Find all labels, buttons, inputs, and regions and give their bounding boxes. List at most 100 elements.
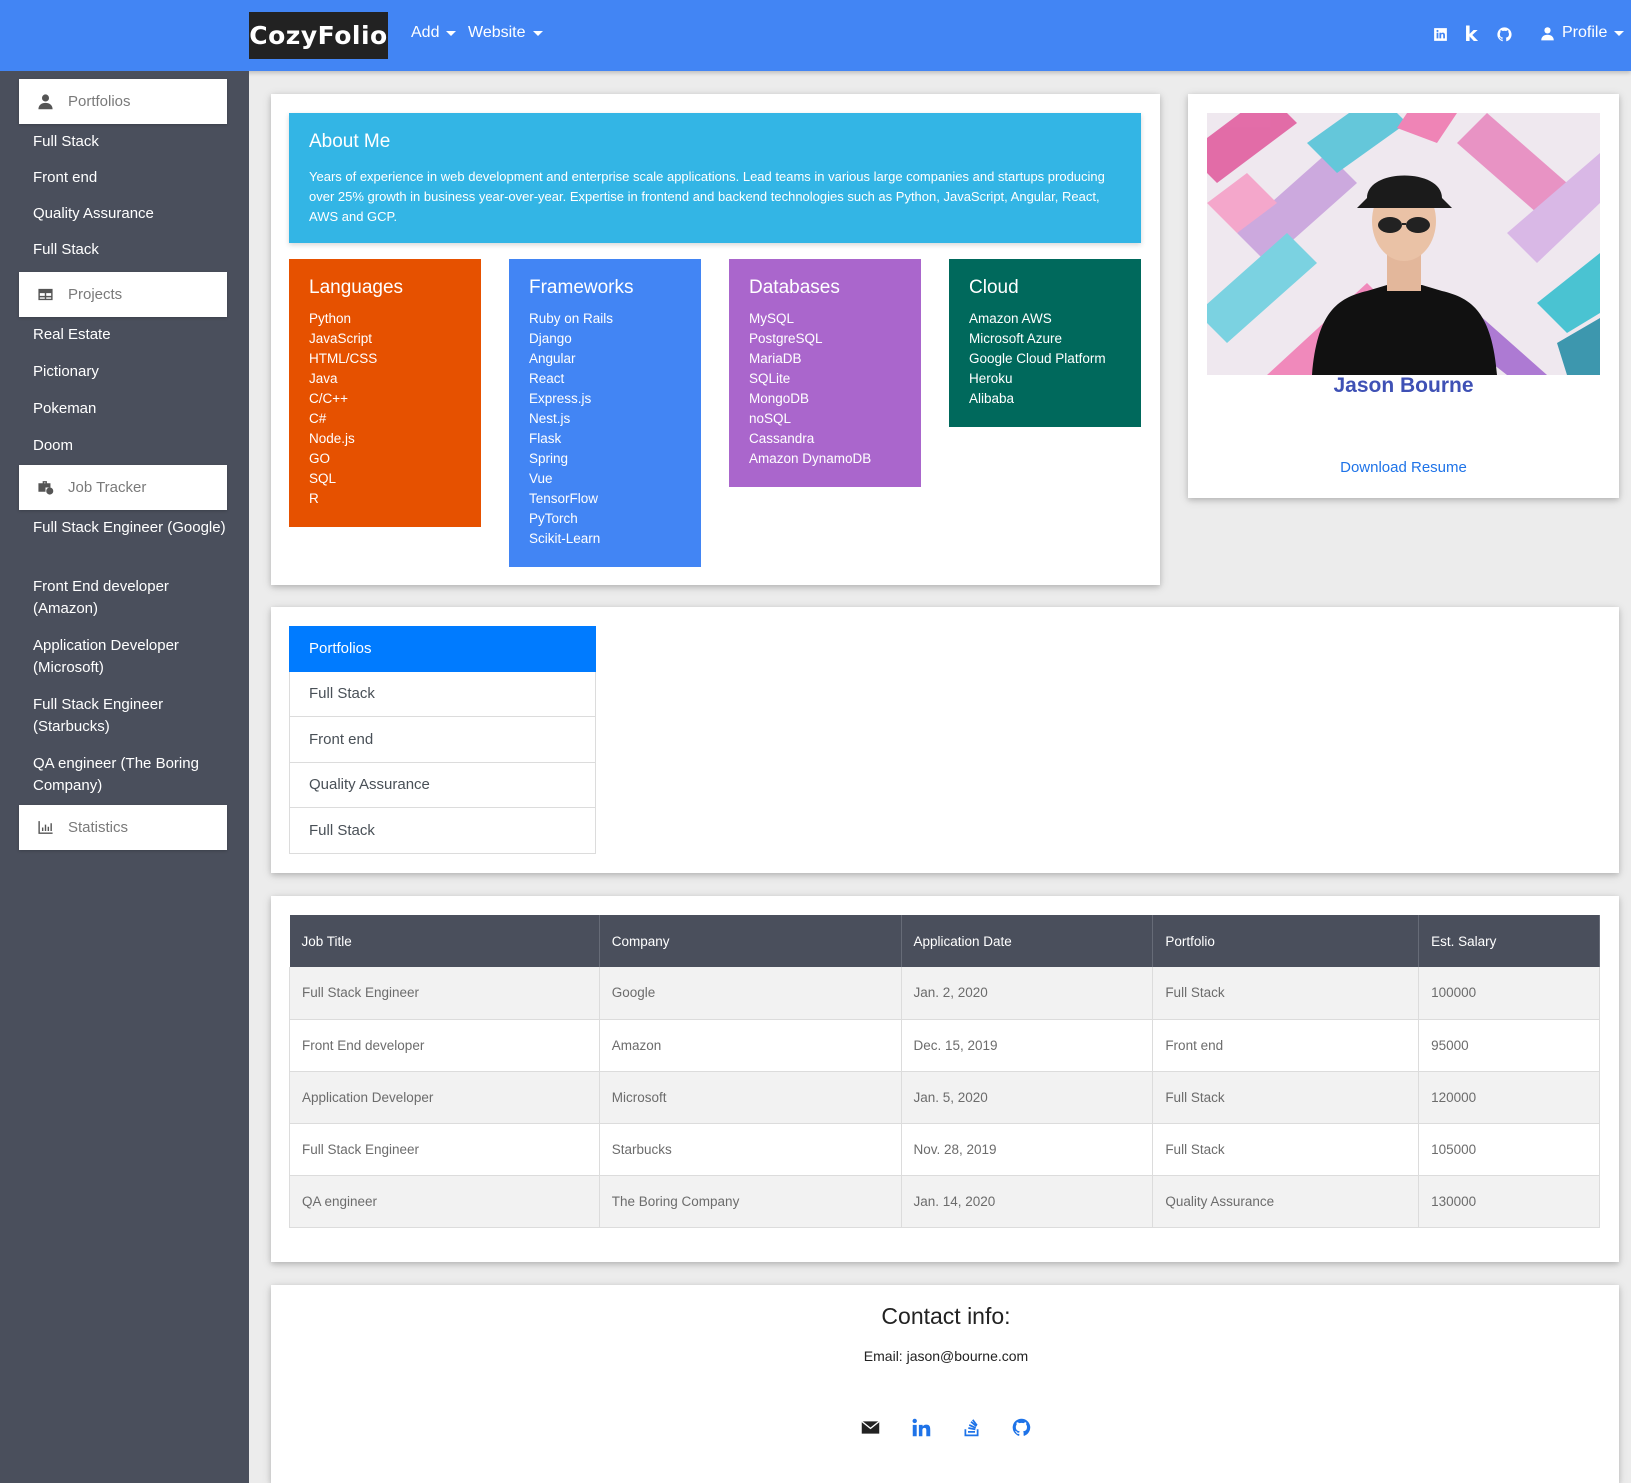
portfolio-list-item[interactable]: Front end bbox=[289, 717, 596, 763]
sidebar-header-job-tracker[interactable]: Job Tracker bbox=[19, 465, 227, 510]
table-row[interactable]: Full Stack Engineer Starbucks Nov. 28, 2… bbox=[289, 1123, 1600, 1176]
website-dropdown-label: Website bbox=[468, 24, 526, 41]
sidebar-header-portfolios[interactable]: Portfolios bbox=[19, 79, 227, 124]
sidebar-item-full-stack-2[interactable]: Full Stack bbox=[33, 239, 233, 261]
sidebar-item-job-google[interactable]: Full Stack Engineer (Google) bbox=[33, 517, 233, 539]
website-dropdown[interactable]: Website bbox=[468, 24, 543, 42]
skill-item: Microsoft Azure bbox=[969, 331, 1063, 346]
skill-item: Angular bbox=[529, 351, 576, 366]
caret-down-icon bbox=[532, 30, 543, 36]
sidebar-item-real-estate[interactable]: Real Estate bbox=[33, 324, 233, 346]
brand-logo[interactable]: CozyFolio bbox=[249, 12, 388, 59]
cell-company: Microsoft bbox=[599, 1071, 902, 1124]
cell-application-date: Jan. 2, 2020 bbox=[901, 967, 1154, 1020]
sidebar-item-front-end[interactable]: Front end bbox=[33, 167, 233, 189]
skill-item: Node.js bbox=[309, 431, 355, 446]
skill-item: Java bbox=[309, 371, 338, 386]
download-resume-link[interactable]: Download Resume bbox=[1188, 459, 1619, 476]
column-header-job-title[interactable]: Job Title bbox=[289, 915, 600, 967]
portfolio-list-item[interactable]: Full Stack bbox=[289, 808, 596, 854]
skill-item: Ruby on Rails bbox=[529, 311, 614, 326]
sidebar-header-label: Job Tracker bbox=[68, 479, 147, 496]
skill-item: HTML/CSS bbox=[309, 351, 378, 366]
skills-card: About Me Years of experience in web deve… bbox=[271, 94, 1160, 585]
bar-chart-icon bbox=[38, 821, 53, 834]
jobs-table: Job Title Company Application Date Portf… bbox=[289, 915, 1600, 1228]
skill-item: Heroku bbox=[969, 371, 1013, 386]
skill-item: TensorFlow bbox=[529, 491, 599, 506]
profile-label: Profile bbox=[1562, 24, 1608, 41]
cell-portfolio: Front end bbox=[1152, 1019, 1420, 1072]
contact-card: Contact info: Email: jason@bourne.com bbox=[271, 1285, 1619, 1483]
cell-company: The Boring Company bbox=[599, 1175, 902, 1228]
cell-est-salary: 130000 bbox=[1418, 1175, 1600, 1228]
add-dropdown[interactable]: Add bbox=[411, 24, 457, 42]
cell-est-salary: 120000 bbox=[1418, 1071, 1600, 1124]
about-me-text: Years of experience in web development a… bbox=[309, 169, 1105, 224]
table-row[interactable]: QA engineer The Boring Company Jan. 14, … bbox=[289, 1175, 1600, 1228]
table-row[interactable]: Application Developer Microsoft Jan. 5, … bbox=[289, 1071, 1600, 1124]
cell-job-title: Full Stack Engineer bbox=[289, 1123, 600, 1176]
sidebar-header-statistics[interactable]: Statistics bbox=[19, 805, 227, 850]
portfolio-list-item[interactable]: Full Stack bbox=[289, 671, 596, 717]
sidebar-item-job-amazon[interactable]: Front End developer (Amazon) bbox=[33, 576, 233, 620]
table-row[interactable]: Front End developer Amazon Dec. 15, 2019… bbox=[289, 1019, 1600, 1072]
skill-item: C# bbox=[309, 411, 327, 426]
linkedin-icon[interactable] bbox=[1430, 24, 1450, 44]
sidebar-item-full-stack[interactable]: Full Stack bbox=[33, 131, 233, 153]
skill-item: Python bbox=[309, 311, 352, 326]
sidebar-header-projects[interactable]: Projects bbox=[19, 272, 227, 317]
sidebar-item-job-starbucks[interactable]: Full Stack Engineer (Starbucks) bbox=[33, 694, 233, 738]
linkedin-icon[interactable] bbox=[909, 1415, 933, 1439]
skill-item: MySQL bbox=[749, 311, 795, 326]
profile-dropdown[interactable]: Profile bbox=[1540, 24, 1625, 42]
about-me-panel: About Me Years of experience in web deve… bbox=[289, 113, 1141, 243]
skill-item: Spring bbox=[529, 451, 569, 466]
caret-down-icon bbox=[1614, 30, 1625, 36]
user-icon bbox=[38, 94, 53, 110]
cell-company: Amazon bbox=[599, 1019, 902, 1072]
column-header-company[interactable]: Company bbox=[599, 915, 902, 967]
cell-application-date: Jan. 14, 2020 bbox=[901, 1175, 1154, 1228]
contact-email: Email: jason@bourne.com bbox=[863, 1348, 1029, 1364]
envelope-icon[interactable] bbox=[858, 1415, 882, 1439]
cell-job-title: Application Developer bbox=[289, 1071, 600, 1124]
panel-title: Languages bbox=[309, 277, 404, 298]
table-row[interactable]: Full Stack Engineer Google Jan. 2, 2020 … bbox=[289, 967, 1600, 1020]
kaggle-icon[interactable]: k bbox=[1461, 24, 1481, 44]
cell-company: Google bbox=[599, 967, 902, 1020]
sidebar-item-job-boring-company[interactable]: QA engineer (The Boring Company) bbox=[33, 753, 233, 797]
sidebar-item-pokeman[interactable]: Pokeman bbox=[33, 398, 233, 420]
panel-title: Frameworks bbox=[529, 277, 634, 298]
skill-item: Express.js bbox=[529, 391, 592, 406]
skill-item: Flask bbox=[529, 431, 562, 446]
sidebar-item-doom[interactable]: Doom bbox=[33, 435, 233, 457]
column-header-portfolio[interactable]: Portfolio bbox=[1152, 915, 1420, 967]
top-navbar: CozyFolio Add Website k Profile bbox=[0, 0, 1631, 71]
skill-item: GO bbox=[309, 451, 331, 466]
github-icon[interactable] bbox=[1009, 1415, 1033, 1439]
panel-title: Cloud bbox=[969, 277, 1019, 298]
sidebar-header-label: Projects bbox=[68, 286, 123, 303]
cell-portfolio: Full Stack bbox=[1152, 1123, 1420, 1176]
column-header-est-salary[interactable]: Est. Salary bbox=[1418, 915, 1600, 967]
github-icon[interactable] bbox=[1494, 24, 1514, 44]
profile-photo bbox=[1207, 113, 1600, 375]
skill-item: SQL bbox=[309, 471, 337, 486]
column-header-application-date[interactable]: Application Date bbox=[901, 915, 1154, 967]
cell-est-salary: 95000 bbox=[1418, 1019, 1600, 1072]
portfolio-list-header[interactable]: Portfolios bbox=[289, 626, 596, 672]
sidebar-item-pictionary[interactable]: Pictionary bbox=[33, 361, 233, 383]
caret-down-icon bbox=[446, 30, 457, 36]
profile-name: Jason Bourne bbox=[1333, 374, 1474, 397]
cell-portfolio: Full Stack bbox=[1152, 967, 1420, 1020]
sidebar-item-quality-assurance[interactable]: Quality Assurance bbox=[33, 203, 233, 225]
portfolio-list-item[interactable]: Quality Assurance bbox=[289, 762, 596, 808]
frameworks-panel: Frameworks Ruby on Rails Django Angular … bbox=[509, 259, 701, 567]
stackoverflow-icon[interactable] bbox=[959, 1415, 983, 1439]
sidebar-item-job-microsoft[interactable]: Application Developer (Microsoft) bbox=[33, 635, 233, 679]
cell-application-date: Dec. 15, 2019 bbox=[901, 1019, 1154, 1072]
cell-company: Starbucks bbox=[599, 1123, 902, 1176]
skill-item: Google Cloud Platform bbox=[969, 351, 1106, 366]
table-header-row: Job Title Company Application Date Portf… bbox=[289, 915, 1600, 967]
